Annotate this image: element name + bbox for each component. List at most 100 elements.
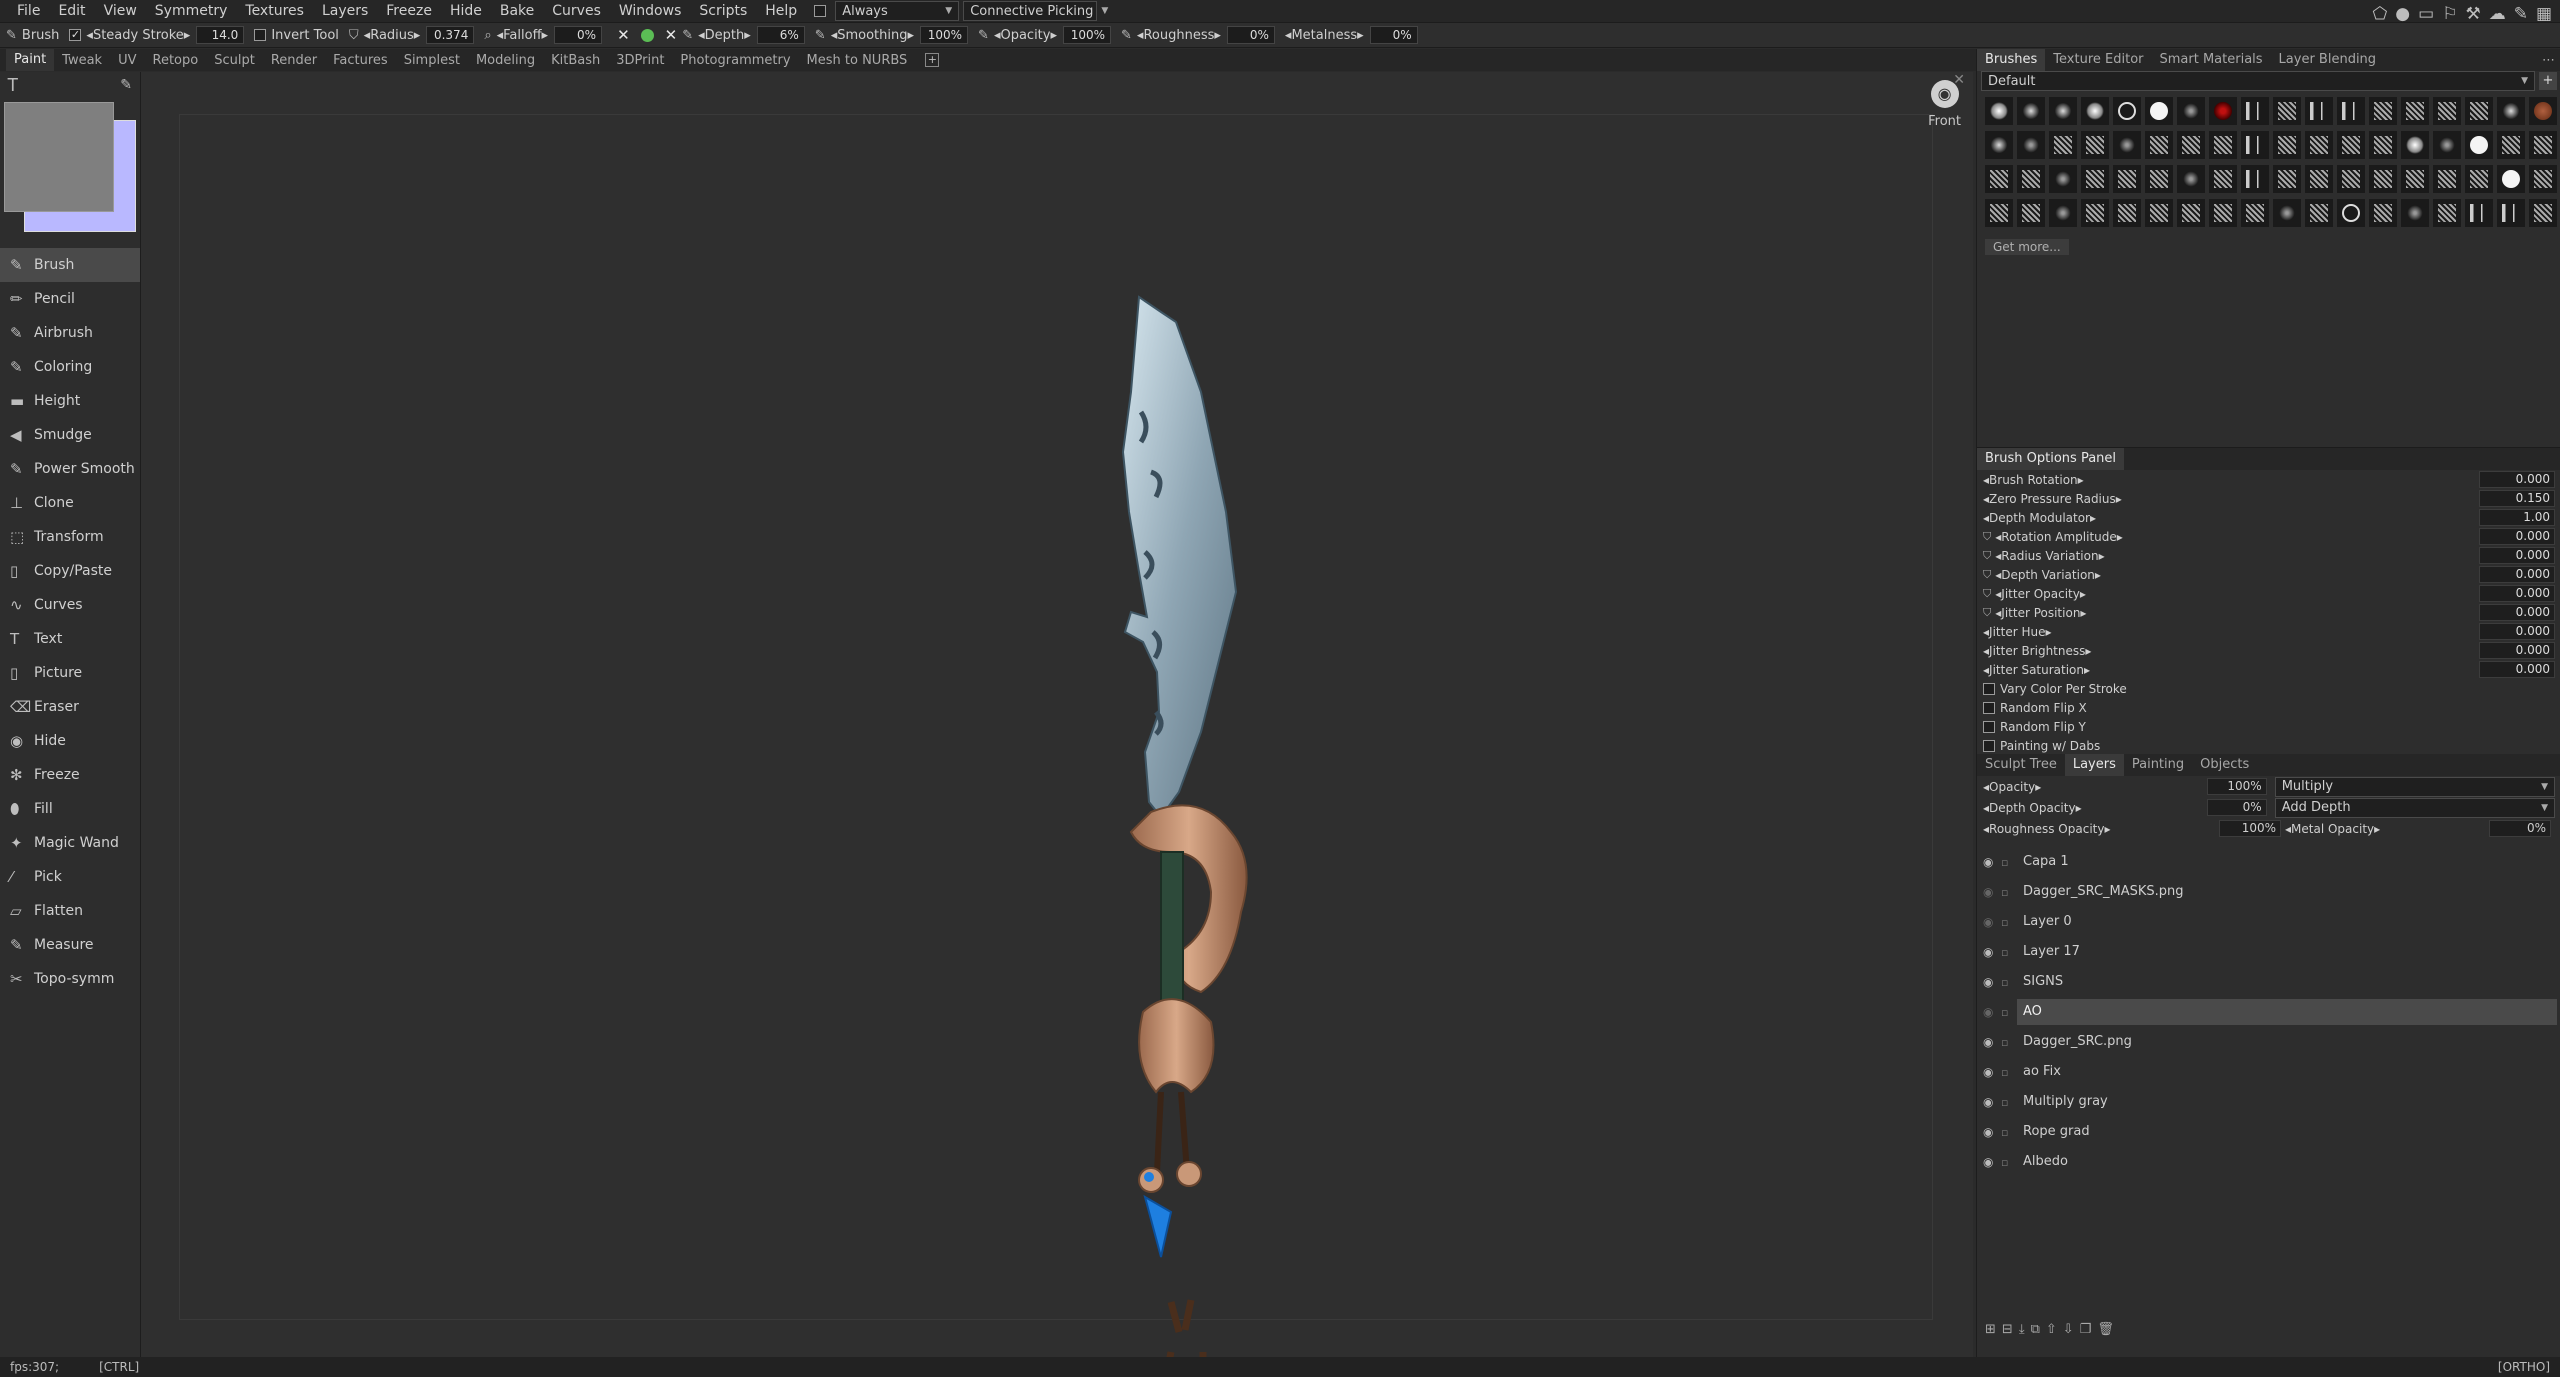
brush-preset[interactable] <box>2209 131 2237 159</box>
tool-brush[interactable]: ✎ Brush <box>0 248 140 282</box>
brush-preset[interactable] <box>2209 199 2237 227</box>
metal-opacity-value[interactable]: 0% <box>2489 820 2551 837</box>
lock-icon[interactable]: ▫ <box>2001 1006 2017 1019</box>
more-icon[interactable]: ⋯ <box>2542 53 2560 68</box>
link-pressure-icon[interactable]: ⛉ <box>1983 530 1991 544</box>
pen-icon[interactable]: ✎ <box>120 77 132 93</box>
merge-down-icon[interactable]: ⤓ <box>2019 1322 2025 1337</box>
brush-options-title[interactable]: Brush Options Panel <box>1977 448 2125 470</box>
add-brush-icon[interactable]: + <box>2539 72 2557 90</box>
tab-layer-blending[interactable]: Layer Blending <box>2271 49 2385 71</box>
checker-icon[interactable]: ▦ <box>2536 4 2552 24</box>
link-pressure-icon[interactable]: ⛉ <box>1983 587 1991 601</box>
brush-preset[interactable] <box>2369 165 2397 193</box>
tool-magic-wand[interactable]: ✦ Magic Wand <box>0 826 140 860</box>
room-tab-paint[interactable]: Paint <box>6 49 55 71</box>
visibility-eye-icon[interactable]: ◉ <box>1983 975 2001 989</box>
tab-layers[interactable]: Layers <box>2064 754 2124 776</box>
brush-preset[interactable] <box>2017 165 2045 193</box>
brush-preset[interactable] <box>2273 165 2301 193</box>
brush-preset[interactable] <box>1985 131 2013 159</box>
steady-stroke-value[interactable]: 14.0 <box>196 26 245 44</box>
metalness-value[interactable]: 0% <box>1369 26 1418 44</box>
brush-param-zero-pressure-radius[interactable]: ◂Zero Pressure Radius▸ 0.150 <box>1977 489 2560 508</box>
move-up-icon[interactable]: ⇧ <box>2046 1322 2057 1337</box>
brush-preset[interactable] <box>2433 131 2461 159</box>
brush-preset[interactable] <box>2241 165 2269 193</box>
always-checkbox[interactable] <box>814 5 827 17</box>
menu-item-edit[interactable]: Edit <box>49 3 94 19</box>
menu-item-symmetry[interactable]: Symmetry <box>146 3 237 19</box>
brush-preset[interactable] <box>1985 97 2013 125</box>
checkbox[interactable] <box>1983 720 1995 733</box>
depth-mode-select[interactable]: Add Depth ▼ <box>2274 797 2556 818</box>
brush-preset[interactable] <box>2337 199 2365 227</box>
smoothing-value[interactable]: 100% <box>920 26 969 44</box>
tool-pencil[interactable]: ✏ Pencil <box>0 282 140 316</box>
visibility-eye-icon[interactable]: ◉ <box>1983 1005 2001 1019</box>
param-value[interactable]: 0.000 <box>2479 528 2555 545</box>
tools-icon[interactable]: ⚒ <box>2465 4 2480 24</box>
layer-row[interactable]: ◉ ▫ Layer 0 <box>1977 907 2560 937</box>
camera-widget[interactable]: ◉ Front <box>1928 80 1961 129</box>
add-room-icon[interactable]: + <box>925 53 940 67</box>
brush-preset[interactable] <box>2401 165 2429 193</box>
tool-picture[interactable]: ▯ Picture <box>0 656 140 690</box>
visibility-eye-icon[interactable]: ◉ <box>1983 885 2001 899</box>
menu-item-help[interactable]: Help <box>756 3 806 19</box>
camera-icon[interactable]: ◉ <box>1930 80 1959 108</box>
param-value[interactable]: 0.000 <box>2479 623 2555 640</box>
menu-item-textures[interactable]: Textures <box>236 3 313 19</box>
pentagon-icon[interactable]: ⬠ <box>2373 4 2388 24</box>
radius-value[interactable]: 0.374 <box>426 26 475 44</box>
brush-preset[interactable] <box>2049 199 2077 227</box>
brush-preset[interactable] <box>2337 97 2365 125</box>
brush-preset[interactable] <box>2081 199 2109 227</box>
visibility-eye-icon[interactable]: ◉ <box>1983 1095 2001 1109</box>
steady-stroke-checkbox[interactable] <box>69 29 82 41</box>
brush-preset[interactable] <box>2369 131 2397 159</box>
copy-icon[interactable]: ❐ <box>2080 1322 2092 1337</box>
link-pressure-icon[interactable]: ⛉ <box>1983 606 1991 620</box>
brush-param-radius-variation[interactable]: ⛉ ◂Radius Variation▸ 0.000 <box>1977 546 2560 565</box>
brush-param-depth-variation[interactable]: ⛉ ◂Depth Variation▸ 0.000 <box>1977 565 2560 584</box>
check-random-flip-x[interactable]: Random Flip X <box>1977 698 2560 717</box>
brush-preset[interactable] <box>2177 199 2205 227</box>
layer-row[interactable]: ◉ ▫ Rope grad <box>1977 1117 2560 1147</box>
move-down-icon[interactable]: ⇩ <box>2063 1322 2074 1337</box>
lock-icon[interactable]: ▫ <box>2001 886 2017 899</box>
room-tab-photogrammetry[interactable]: Photogrammetry <box>672 53 798 68</box>
menu-item-freeze[interactable]: Freeze <box>377 3 441 19</box>
lock-icon[interactable]: ▫ <box>2001 1126 2017 1139</box>
tool-flatten[interactable]: ▱ Flatten <box>0 894 140 928</box>
lock-icon[interactable]: ▫ <box>2001 1066 2017 1079</box>
wrench-icon[interactable]: ✎ <box>2514 4 2528 24</box>
visibility-eye-icon[interactable]: ◉ <box>1983 945 2001 959</box>
lock-icon[interactable]: ▫ <box>2001 1036 2017 1049</box>
brush-preset[interactable] <box>2081 97 2109 125</box>
brush-preset[interactable] <box>2049 131 2077 159</box>
brush-preset[interactable] <box>2529 199 2557 227</box>
brush-preset[interactable] <box>2049 97 2077 125</box>
menu-item-bake[interactable]: Bake <box>491 3 543 19</box>
check-random-flip-y[interactable]: Random Flip Y <box>1977 717 2560 736</box>
brush-preset[interactable] <box>2465 131 2493 159</box>
link-pressure-icon[interactable]: ⛉ <box>1983 549 1991 563</box>
brush-preset[interactable] <box>2017 131 2045 159</box>
color-swatch[interactable] <box>0 98 140 248</box>
invert-tool-checkbox[interactable] <box>254 29 267 41</box>
brush-preset[interactable] <box>2529 97 2557 125</box>
visibility-eye-icon[interactable]: ◉ <box>1983 1155 2001 1169</box>
room-tab-modeling[interactable]: Modeling <box>468 53 543 68</box>
brush-preset[interactable] <box>2433 97 2461 125</box>
brush-param-jitter-hue[interactable]: ◂Jitter Hue▸ 0.000 <box>1977 622 2560 641</box>
tool-pick[interactable]: ⁄ Pick <box>0 860 140 894</box>
room-tab-simplest[interactable]: Simplest <box>396 53 468 68</box>
brush-param-jitter-brightness[interactable]: ◂Jitter Brightness▸ 0.000 <box>1977 641 2560 660</box>
tool-smudge[interactable]: ◀ Smudge <box>0 418 140 452</box>
brush-preset[interactable] <box>2465 165 2493 193</box>
tool-hide[interactable]: ◉ Hide <box>0 724 140 758</box>
depth-opacity-value[interactable]: 0% <box>2207 799 2267 816</box>
brush-preset[interactable] <box>2497 131 2525 159</box>
smoothing-control[interactable]: ✎ ◂ Smoothing ▸ 100% <box>815 26 969 44</box>
